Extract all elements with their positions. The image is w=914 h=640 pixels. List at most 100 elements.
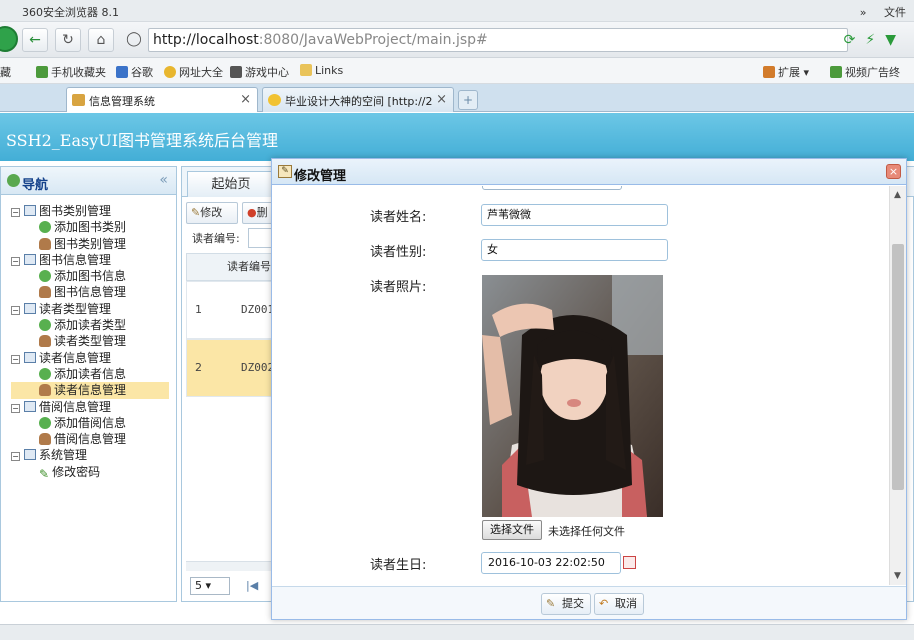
bookmark-item[interactable]: 手机收藏夹 xyxy=(36,64,106,80)
page-size-select[interactable]: 5 ▾ xyxy=(190,577,230,595)
previous-field[interactable] xyxy=(482,186,622,190)
name-field[interactable]: 芦苇微微 xyxy=(481,204,668,226)
more-menu-button[interactable]: » xyxy=(860,6,867,19)
row-number: 2 xyxy=(195,361,202,374)
browser-logo-icon[interactable] xyxy=(0,26,18,52)
shield-icon[interactable]: ◯ xyxy=(121,28,147,52)
address-bar[interactable]: http://localhost:8080/JavaWebProject/mai… xyxy=(148,28,848,52)
dialog-footer: ✎ 提交 ↶ 取消 xyxy=(272,586,906,619)
bookmark-item[interactable]: 藏 xyxy=(0,64,11,80)
grid-pager: 5 ▾ |◀ xyxy=(186,573,278,599)
table-row[interactable]: 1 DZ001 xyxy=(186,281,278,339)
collapse-icon[interactable]: « xyxy=(159,172,168,188)
add-icon xyxy=(39,319,51,332)
user-icon xyxy=(39,433,51,446)
calendar-icon[interactable] xyxy=(623,556,636,569)
tree-item[interactable]: 添加读者信息 xyxy=(11,366,169,382)
app-title: SSH2_EasyUI图书管理系统后台管理 xyxy=(6,131,279,150)
phone-icon xyxy=(36,66,48,78)
tree-item[interactable]: 添加读者类型 xyxy=(11,317,169,333)
expand-icon[interactable]: − xyxy=(11,452,20,462)
cancel-button[interactable]: ↶ 取消 xyxy=(594,593,644,615)
dialog-vertical-scrollbar[interactable]: ▲ ▼ xyxy=(889,186,906,585)
tree-item[interactable]: 添加图书类别 xyxy=(11,219,169,235)
tree-item[interactable]: ✎ 修改密码 xyxy=(11,464,169,481)
tree-group[interactable]: − 系统管理 xyxy=(11,447,169,463)
expand-icon[interactable]: − xyxy=(11,305,20,315)
gamepad-icon xyxy=(230,66,242,78)
tree-group[interactable]: − 图书类别管理 xyxy=(11,203,169,219)
browser-tab-label: 毕业设计大神的空间 [http://2 xyxy=(285,95,433,108)
choose-file-button[interactable]: 选择文件 xyxy=(482,520,542,540)
bookmark-item[interactable]: 谷歌 xyxy=(116,64,153,80)
add-icon xyxy=(39,416,51,429)
birthday-field[interactable]: 2016-10-03 22:02:50 xyxy=(481,552,636,574)
expand-icon[interactable]: − xyxy=(11,403,20,413)
star-icon xyxy=(268,94,281,106)
grid-horizontal-scrollbar[interactable] xyxy=(186,561,278,571)
folder-icon xyxy=(24,449,36,461)
globe-icon xyxy=(164,66,176,78)
edit-dialog: ✎ 修改管理 × 读者姓名: 芦苇微微 读者性别: 女 读者照片: 选择文件 未… xyxy=(271,158,907,620)
tree-item[interactable]: 读者类型管理 xyxy=(11,333,169,349)
bookmarks-bar: 藏 手机收藏夹 谷歌 网址大全 游戏中心 Links 扩展 ▾ 视频广告终 xyxy=(0,58,914,84)
tree-item[interactable]: 图书类别管理 xyxy=(11,236,169,252)
tree-item[interactable]: 借阅信息管理 xyxy=(11,431,169,447)
tree-item-selected[interactable]: 读者信息管理 xyxy=(11,382,169,399)
column-header[interactable]: 读者编号 xyxy=(186,253,278,281)
nav-panel-title: 导航 xyxy=(22,178,49,193)
tab-start-page[interactable]: 起始页 xyxy=(187,171,275,197)
birthday-label: 读者生日: xyxy=(370,558,427,573)
add-icon xyxy=(39,367,51,380)
sex-field[interactable]: 女 xyxy=(481,239,668,261)
search-label: 读者编号: xyxy=(192,232,240,245)
nav-panel-header: 导航 « xyxy=(1,167,176,195)
reader-photo xyxy=(482,275,663,517)
dialog-title: 修改管理 xyxy=(294,169,347,184)
browser-status-bar xyxy=(0,624,914,640)
grid-icon xyxy=(763,66,775,78)
refresh-icon[interactable]: ↻ xyxy=(55,28,81,52)
folder-icon xyxy=(24,253,36,265)
nav-extension-icons[interactable]: ⟳⚡▼ xyxy=(844,32,906,48)
browser-tabs-bar: 信息管理系统 × 毕业设计大神的空间 [http://2 × + xyxy=(0,84,914,112)
tree-group[interactable]: − 借阅信息管理 xyxy=(11,399,169,415)
tree-group[interactable]: − 图书信息管理 xyxy=(11,252,169,268)
bookmark-item[interactable]: Links xyxy=(300,64,343,77)
tree-item[interactable]: 添加图书信息 xyxy=(11,268,169,284)
expand-icon[interactable]: − xyxy=(11,354,20,364)
google-icon xyxy=(116,66,128,78)
tree-group[interactable]: − 读者信息管理 xyxy=(11,350,169,366)
submit-button[interactable]: ✎ 提交 xyxy=(541,593,591,615)
expand-icon[interactable]: − xyxy=(11,208,20,217)
bookmark-item[interactable]: 视频广告终 xyxy=(830,64,900,80)
back-icon[interactable]: ← xyxy=(22,28,48,52)
browser-tab[interactable]: 毕业设计大神的空间 [http://2 × xyxy=(262,87,454,112)
tree-item[interactable]: 添加借阅信息 xyxy=(11,415,169,431)
folder-icon xyxy=(24,302,36,314)
bookmark-item[interactable]: 游戏中心 xyxy=(230,64,289,80)
new-tab-button[interactable]: + xyxy=(458,90,478,110)
browser-tab-active[interactable]: 信息管理系统 × xyxy=(66,87,258,112)
first-page-icon[interactable]: |◀ xyxy=(246,579,258,592)
table-row-selected[interactable]: 2 DZ002 xyxy=(186,339,278,397)
home-icon[interactable]: ⌂ xyxy=(88,28,114,52)
add-icon xyxy=(39,221,51,234)
file-menu-button[interactable]: 文件 xyxy=(884,6,906,19)
tree-group[interactable]: − 读者类型管理 xyxy=(11,301,169,317)
expand-icon[interactable]: − xyxy=(11,256,20,266)
edit-button[interactable]: ✎修改 xyxy=(186,202,238,224)
scrollbar-thumb[interactable] xyxy=(892,244,904,490)
close-icon[interactable]: × xyxy=(240,92,251,107)
dialog-header: ✎ 修改管理 × xyxy=(272,159,906,185)
shield-icon xyxy=(830,66,842,78)
tree-item[interactable]: 图书信息管理 xyxy=(11,284,169,300)
scroll-down-icon[interactable]: ▼ xyxy=(894,571,901,581)
extensions-button[interactable]: 扩展 ▾ xyxy=(763,64,809,80)
close-icon[interactable]: × xyxy=(886,164,901,179)
scroll-up-icon[interactable]: ▲ xyxy=(894,190,901,200)
bookmark-item[interactable]: 网址大全 xyxy=(164,64,223,80)
close-icon[interactable]: × xyxy=(436,92,447,107)
delete-icon: ● xyxy=(247,206,257,219)
page-icon xyxy=(72,94,85,106)
